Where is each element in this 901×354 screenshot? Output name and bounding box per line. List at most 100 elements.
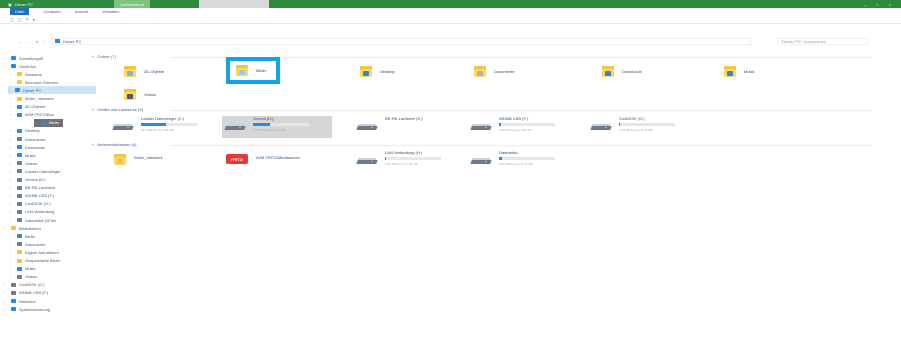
properties-icon[interactable]: ▢ — [10, 17, 14, 22]
drive-tile[interactable]: WDMB USB (F:) 1,84 TB frei von 1,86 TB — [468, 116, 578, 138]
undo-icon[interactable]: ↶ — [26, 17, 29, 22]
chevron-right-icon[interactable]: › — [10, 169, 14, 174]
sidebar-item[interactable]: › AVM FRITZ!Box — [10, 111, 54, 119]
sidebar-item[interactable]: › Dokumente — [10, 135, 45, 143]
chevron-right-icon[interactable]: › — [10, 128, 14, 133]
chevron-right-icon[interactable]: › — [10, 209, 14, 214]
chevron-right-icon[interactable]: › — [10, 72, 14, 77]
sidebar-item[interactable]: › CoolDISK (G:) — [4, 281, 45, 289]
chevron-right-icon[interactable]: › — [10, 193, 14, 198]
search-input[interactable]: "Dieser PC" durchsuchen — [777, 37, 870, 45]
forward-icon[interactable]: → — [27, 39, 31, 44]
folder-tile[interactable]: Videos — [118, 83, 162, 105]
close-button[interactable]: × — [889, 2, 891, 7]
sidebar-item[interactable]: › Schnellzugriff — [4, 54, 43, 62]
sidebar-item[interactable]: › Videos — [10, 159, 37, 167]
chevron-right-icon[interactable]: › — [10, 177, 14, 182]
back-icon[interactable]: ← — [18, 39, 22, 44]
sidebar-item[interactable]: › Desktop — [10, 127, 40, 135]
sidebar-item[interactable]: › Musik — [10, 151, 35, 159]
drive-tile[interactable]: Datenstick 3,67 GB frei von 3,73 GB — [468, 150, 578, 172]
tab-computer[interactable]: Computer — [43, 9, 61, 14]
chevron-right-icon[interactable]: › — [4, 56, 8, 61]
contextual-tab-drive-tools[interactable]: Laufwerktools — [114, 0, 150, 8]
folder-tile[interactable]: Bilder — [226, 57, 280, 84]
drive-tile[interactable]: LAN-Verbindung (H:) 1,95 TB frei von 1,96… — [354, 150, 464, 172]
sidebar-item[interactable]: › Netzwerk — [4, 297, 36, 305]
folder-tile[interactable]: Downloads — [596, 60, 648, 82]
tab-view[interactable]: Ansicht — [75, 9, 88, 14]
sidebar-item[interactable]: › Bilder — [34, 118, 64, 127]
chevron-right-icon[interactable]: › — [10, 161, 14, 166]
customize-toolbar-icon[interactable]: ▾ — [33, 17, 35, 22]
minimize-button[interactable]: – — [864, 2, 866, 7]
chevron-right-icon[interactable]: › — [8, 88, 12, 93]
folder-tile[interactable]: Desktop — [354, 60, 401, 82]
folder-tile[interactable]: Dokumente — [468, 60, 520, 82]
sidebar-item[interactable]: › WDMB USB (F:) — [10, 192, 54, 200]
chevron-right-icon[interactable]: › — [10, 258, 14, 263]
sidebar-item[interactable]: › Systemsteuerung — [4, 305, 50, 313]
drive-tile[interactable]: BR-RE-Laufwerk (E:) — [354, 116, 464, 138]
new-folder-icon[interactable]: ▢ — [18, 17, 22, 22]
sidebar-item[interactable]: › Amadeus — [10, 70, 42, 78]
breadcrumb[interactable]: Dieser PC — [63, 39, 81, 44]
network-location-tile[interactable]: Wohn_netzwerk — [114, 150, 163, 172]
chevron-right-icon[interactable]: › — [10, 218, 14, 223]
folder-tile[interactable]: Musik — [718, 60, 760, 82]
chevron-right-icon[interactable]: › — [10, 234, 14, 239]
sidebar-item[interactable]: › Bibliotheken — [4, 224, 41, 232]
address-input[interactable]: Dieser PC — [51, 37, 752, 45]
network-location-tile[interactable]: FRITZ! AVM FRITZ!Mediaserver — [226, 150, 300, 172]
maximize-button[interactable]: □ — [876, 2, 878, 7]
sidebar-item[interactable]: › Eigene Aufnahmen — [10, 248, 59, 256]
chevron-right-icon[interactable]: › — [10, 201, 14, 206]
chevron-right-icon[interactable]: › — [4, 64, 8, 69]
sidebar-item[interactable]: › BR-RE-Laufwerk — [10, 184, 55, 192]
chevron-right-icon[interactable]: › — [10, 137, 14, 142]
drive-tile[interactable]: Verona (D:) 1,28 TB frei von 1,81 TB — [222, 116, 332, 138]
sidebar-item[interactable]: › Musik — [10, 265, 35, 273]
chevron-right-icon[interactable]: › — [4, 299, 8, 304]
chevron-right-icon[interactable]: › — [10, 80, 14, 85]
sidebar-item[interactable]: › Dieser PC — [8, 86, 96, 95]
sidebar-item[interactable]: › CoolDISK (G:) — [10, 200, 51, 208]
sidebar-item[interactable]: › OneDrive — [4, 62, 36, 70]
chevron-right-icon[interactable]: › — [10, 274, 14, 279]
chevron-right-icon[interactable]: › — [4, 307, 8, 312]
sidebar-item[interactable]: › Dokumente — [10, 240, 45, 248]
chevron-right-icon[interactable]: › — [10, 153, 14, 158]
chevron-right-icon[interactable]: › — [10, 112, 14, 117]
up-icon[interactable]: ↑ — [43, 39, 45, 44]
chevron-right-icon[interactable]: › — [34, 120, 38, 125]
sidebar-item[interactable]: › Lokaler Datenträger — [10, 167, 60, 175]
chevron-right-icon[interactable]: › — [10, 96, 14, 101]
chevron-right-icon[interactable]: › — [10, 242, 14, 247]
sidebar-item[interactable]: › Verona (D:) — [10, 176, 45, 184]
group-header[interactable]: ˅ Ordner (7) — [92, 54, 116, 59]
sidebar-item[interactable]: › Wohn_netzwerk — [10, 95, 54, 103]
folder-tile[interactable]: 3D-Objekte — [118, 60, 170, 82]
sidebar-item[interactable]: › Datenstick (\\Fritz — [10, 216, 56, 224]
group-header[interactable]: ˅ Netzwerkadressen (4) — [92, 142, 136, 147]
chevron-right-icon[interactable]: › — [10, 185, 14, 190]
sidebar-item[interactable]: › Videos — [10, 273, 37, 281]
sidebar-item[interactable]: › LAN-Verbindung — [10, 208, 54, 216]
chevron-right-icon[interactable]: › — [4, 226, 8, 231]
chevron-right-icon[interactable]: › — [10, 266, 14, 271]
sidebar-item[interactable]: › Bernhard Zimmern — [10, 78, 58, 86]
sidebar-item[interactable]: › Bilder — [10, 232, 35, 240]
drive-tile[interactable]: Lokaler Datenträger (C:) 69,4 GB frei von… — [110, 116, 220, 138]
chevron-right-icon[interactable]: › — [10, 104, 14, 109]
chevron-right-icon[interactable]: › — [4, 290, 8, 295]
sidebar-item[interactable]: › Gespeicherte Bilder — [10, 257, 60, 265]
tab-manage[interactable]: Verwalten — [102, 9, 120, 14]
chevron-right-icon[interactable]: › — [4, 282, 8, 287]
chevron-right-icon[interactable]: › — [10, 145, 14, 150]
group-header[interactable]: ˅ Geräte und Laufwerke (5) — [92, 107, 143, 112]
recent-locations-icon[interactable]: ▾ — [36, 39, 38, 44]
sidebar-item[interactable]: › 3D-Objekte — [10, 103, 45, 111]
sidebar-item[interactable]: › Downloads — [10, 143, 45, 151]
tab-file[interactable]: Datei — [10, 8, 30, 15]
chevron-right-icon[interactable]: › — [10, 250, 14, 255]
